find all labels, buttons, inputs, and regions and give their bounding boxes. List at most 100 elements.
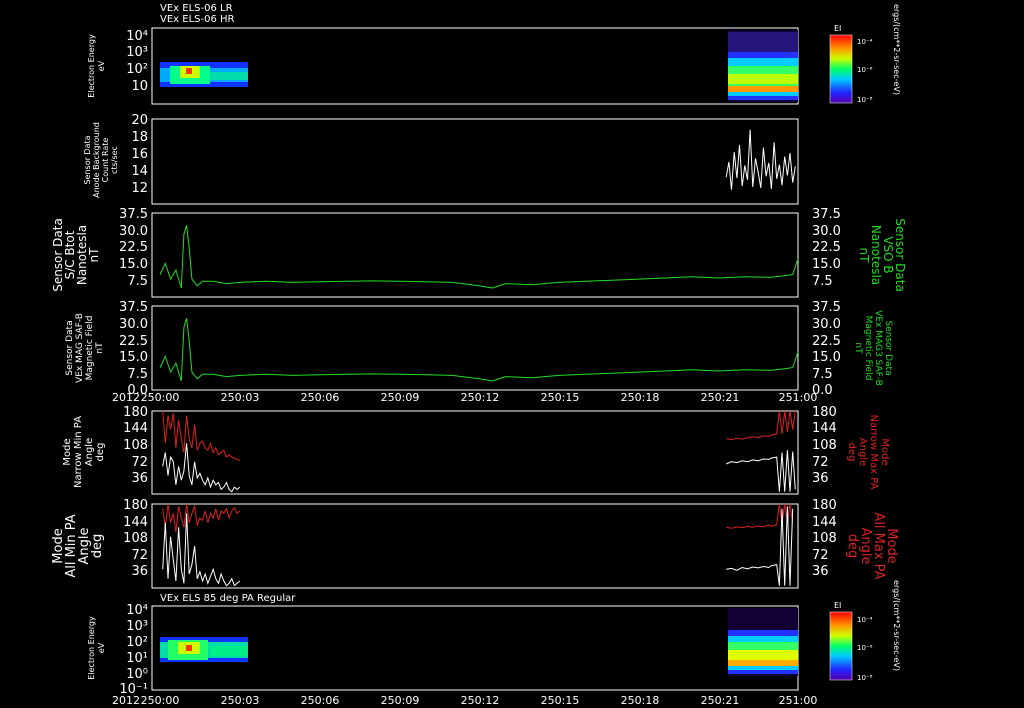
ylabel-line: Magnetic Field	[85, 316, 95, 381]
ylabel-line: Narrow Max PA	[868, 415, 879, 490]
y-tick-label: 72	[131, 548, 148, 563]
colorbar-bottom: EI 10⁻⁴ 10⁻⁶ 10⁻⁸ ergs/(cm**2-sr-sec-eV)	[829, 580, 901, 682]
y-axis-labels-right: 37.5 30.0 22.5 15.0 7.5	[812, 207, 841, 289]
panel-frame	[151, 212, 799, 298]
y-tick-label: 15.0	[812, 257, 841, 272]
y-tick-label: 36	[131, 471, 148, 486]
time-tick-label: 250:12	[461, 694, 500, 707]
y-tick-label: 144	[123, 421, 148, 436]
ylabel-line: VEx MAG3 SAF-B	[873, 310, 883, 386]
heatmap-block-early	[160, 637, 248, 662]
y-tick-label: 22.5	[812, 240, 841, 255]
y-tick-label: 30.0	[119, 317, 148, 332]
series-line-bsafb-0	[159, 318, 799, 382]
y-tick-label: 10²	[126, 62, 148, 77]
time-tick-label: 250:06	[301, 391, 340, 404]
header-title-lr: VEx ELS-06 LR	[160, 3, 233, 14]
y-axis-labels-right: 180 144 108 72 36	[812, 498, 837, 579]
panel-bsafb: 37.5 30.0 22.5 15.0 7.5 0.0 37.5 30.0 22…	[65, 300, 893, 398]
ylabel-line: nT	[853, 342, 863, 354]
y-tick-label: 22.5	[812, 334, 841, 349]
heatmap-block-early	[160, 62, 248, 87]
y-tick-label: 10³	[126, 619, 148, 634]
colorbar-tick: 10⁻⁴	[857, 38, 873, 46]
ylabel-line: Anode Background	[92, 122, 101, 198]
ylabel-line: Electron Energy	[87, 616, 96, 680]
y-tick-label: 20	[131, 113, 148, 128]
y-tick-label: 10⁴	[126, 29, 148, 44]
ylabel-line: Electron Energy	[87, 34, 96, 98]
y-tick-label: 22.5	[119, 334, 148, 349]
panel-spectrogram-bottom: 10⁴ 10³ 10² 10¹ 10⁰ 10⁻¹ Electron Energy…	[87, 603, 799, 697]
colorbar-tick: 10⁻⁴	[857, 616, 873, 624]
ylabel-line: eV	[97, 60, 106, 71]
colorbar-gradient	[829, 34, 853, 104]
y-tick-label: 10⁰	[126, 667, 148, 682]
y-tick-label: 144	[812, 421, 837, 436]
y-tick-label: 22.5	[119, 240, 148, 255]
time-axis-year: 2012	[112, 694, 140, 707]
time-axis-mid: 2012 250:00 250:03 250:06 250:09 250:12 …	[112, 391, 817, 404]
series-line-bvso-0	[159, 225, 799, 289]
series-line-all_pa-0	[162, 503, 794, 533]
y-tick-label: 10¹	[126, 651, 148, 666]
ylabel-line: deg	[846, 443, 857, 462]
ylabel-line: Sensor Data	[83, 135, 92, 184]
time-tick-label: 250:00	[141, 391, 180, 404]
y-tick-label: 180	[123, 498, 148, 513]
y-axis-title-right: Sensor Data VSO B Nanotesla nT	[857, 218, 907, 292]
y-tick-label: 10³	[126, 45, 148, 60]
ylabel-line: deg	[845, 534, 860, 559]
ylabel-line: Narrow Min PA	[73, 416, 84, 488]
y-axis-title: Mode All Min PA Angle deg	[51, 514, 105, 577]
y-tick-label: 7.5	[812, 367, 833, 382]
panel-frame	[151, 118, 799, 205]
y-tick-label: 15.0	[119, 350, 148, 365]
y-axis-title-right: Mode Narrow Max PA Angle deg	[846, 415, 890, 490]
colorbar-tick: 10⁻⁸	[857, 674, 873, 682]
colorbar-label: EI	[834, 601, 841, 610]
time-tick-label: 250:03	[221, 391, 260, 404]
ylabel-line: deg	[90, 534, 105, 559]
y-tick-label: 7.5	[127, 274, 148, 289]
ylabel-line: Angle	[84, 438, 95, 466]
y-axis-title: Sensor Data Anode Background Count Rate …	[83, 122, 119, 198]
y-axis-labels-left: 37.5 30.0 22.5 15.0 7.5 0.0	[119, 300, 148, 398]
bottom-panel-title: VEx ELS 85 deg PA Regular	[160, 593, 296, 604]
y-tick-label: 37.5	[119, 300, 148, 315]
header-title-hr: VEx ELS-06 HR	[160, 14, 235, 25]
series-group	[162, 410, 796, 493]
y-tick-label: 18	[131, 130, 148, 145]
y-tick-label: 30.0	[812, 224, 841, 239]
y-tick-label: 72	[812, 455, 829, 470]
time-tick-label: 250:21	[701, 391, 740, 404]
y-tick-label: 7.5	[812, 274, 833, 289]
series-group	[162, 503, 794, 587]
y-tick-label: 14	[131, 164, 148, 179]
y-tick-label: 10²	[126, 635, 148, 650]
y-axis-title-right: Sensor Data VEx MAG3 SAF-B Magnetic Fiel…	[853, 310, 893, 386]
ylabel-line: Sensor Data	[883, 320, 893, 375]
time-tick-label: 250:00	[141, 694, 180, 707]
time-tick-label: 250:09	[381, 391, 420, 404]
ylabel-line: nT	[857, 248, 871, 264]
time-axis-bottom: 2012 250:00 250:03 250:06 250:09 250:12 …	[112, 694, 817, 707]
y-tick-label: 108	[812, 438, 837, 453]
y-tick-label: 36	[812, 471, 829, 486]
y-tick-label: 180	[812, 498, 837, 513]
y-tick-label: 72	[812, 548, 829, 563]
y-tick-label: 37.5	[812, 300, 841, 315]
y-tick-label: 180	[123, 405, 148, 420]
ylabel-line: Magnetic Field	[863, 316, 873, 381]
panel-background: 20 18 16 14 12 Sensor Data Anode Backgro…	[83, 113, 799, 205]
time-tick-label: 250:15	[541, 391, 580, 404]
panel-bvso: 37.5 30.0 22.5 15.0 7.5 37.5 30.0 22.5 1…	[51, 207, 907, 298]
ylabel-line: Mode	[879, 438, 890, 465]
colorbar-unit: ergs/(cm**2-sr-sec-eV)	[892, 4, 901, 95]
y-tick-label: 36	[812, 564, 829, 579]
y-tick-label: 144	[812, 515, 837, 530]
y-axis-title-right: Mode All Max PA Angle deg	[845, 512, 899, 579]
y-axis-labels-left: 37.5 30.0 22.5 15.0 7.5	[119, 207, 148, 289]
ylabel-line: eV	[97, 642, 106, 653]
panel-frame	[151, 503, 799, 589]
